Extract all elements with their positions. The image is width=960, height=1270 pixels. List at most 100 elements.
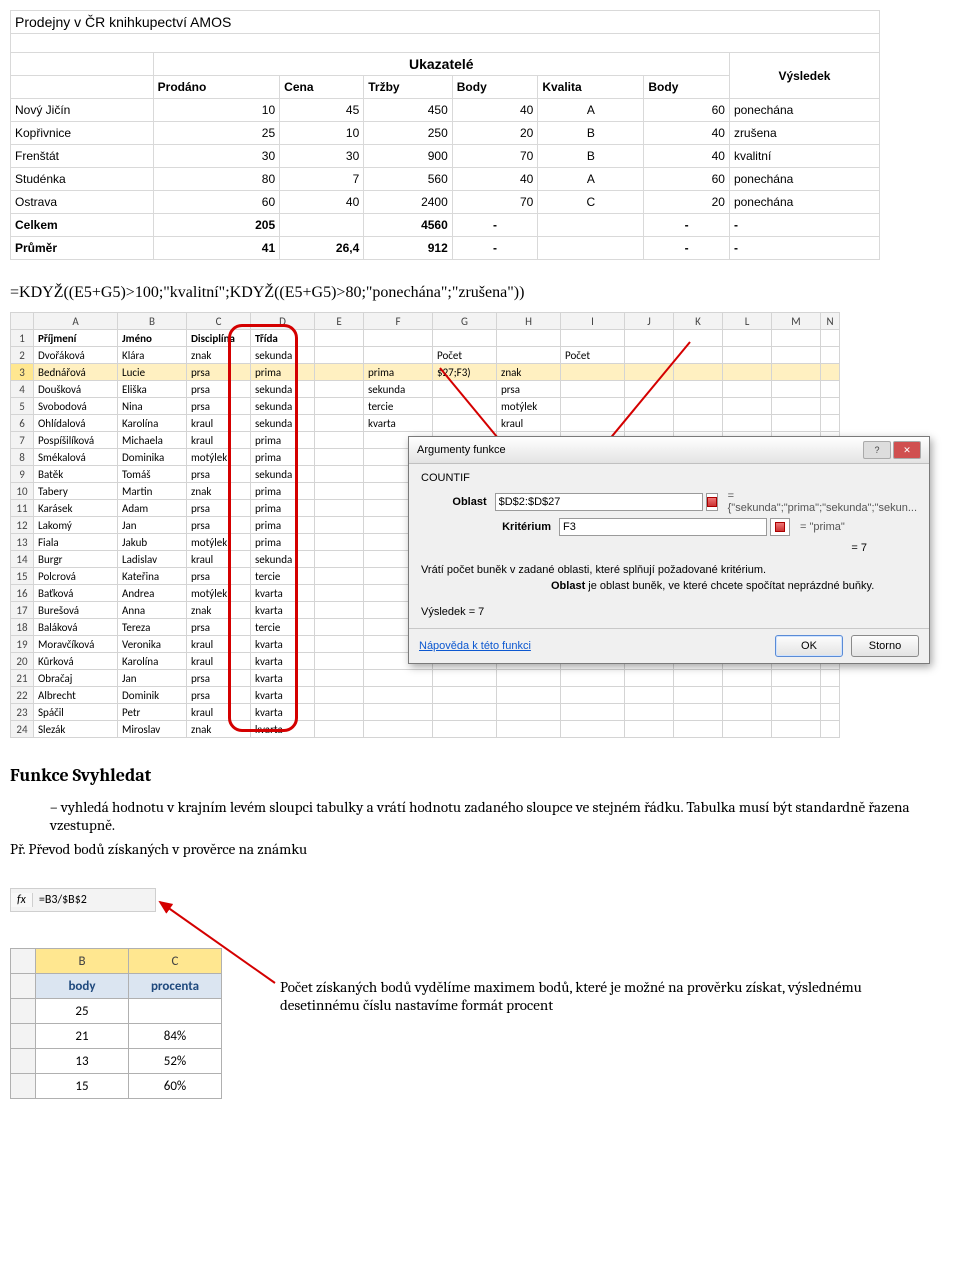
cell[interactable] [315,653,364,670]
cell[interactable] [315,364,364,381]
cell[interactable] [625,670,674,687]
cell[interactable]: Baláková [34,619,118,636]
cell[interactable] [723,687,772,704]
cancel-button[interactable]: Storno [851,635,919,657]
cell[interactable] [821,381,840,398]
cell[interactable]: tercie [251,619,315,636]
cell[interactable] [497,687,561,704]
cell[interactable] [497,330,561,347]
cell[interactable] [772,670,821,687]
cell[interactable] [433,330,497,347]
cell[interactable]: tercie [251,568,315,585]
cell[interactable] [674,415,723,432]
cell[interactable] [315,534,364,551]
cell[interactable]: prsa [187,619,251,636]
cell[interactable] [315,415,364,432]
cell[interactable]: 25 [36,999,129,1024]
cell[interactable]: 13 [36,1049,129,1074]
cell[interactable] [315,500,364,517]
cell[interactable]: Karolína [118,653,187,670]
cell[interactable] [674,364,723,381]
cell[interactable] [723,721,772,738]
cell[interactable] [674,330,723,347]
cell[interactable]: Petr [118,704,187,721]
cell[interactable] [315,670,364,687]
cell[interactable]: Tereza [118,619,187,636]
cell[interactable]: prima [251,517,315,534]
cell[interactable]: kvarta [251,687,315,704]
cell[interactable]: znak [187,483,251,500]
cell[interactable] [561,398,625,415]
ok-button[interactable]: OK [775,635,843,657]
cell[interactable]: sekunda [251,347,315,364]
cell[interactable]: prsa [497,381,561,398]
cell[interactable] [433,415,497,432]
cell[interactable]: Spáčil [34,704,118,721]
cell[interactable] [364,704,433,721]
range-picker-icon[interactable] [770,518,790,536]
cell[interactable]: Kůrková [34,653,118,670]
cell[interactable]: kvarta [251,636,315,653]
cell[interactable]: Ladislav [118,551,187,568]
cell[interactable]: Jan [118,670,187,687]
cell[interactable]: Albrecht [34,687,118,704]
cell[interactable]: Fiala [34,534,118,551]
cell[interactable] [723,398,772,415]
cell[interactable] [625,704,674,721]
cell[interactable] [723,415,772,432]
cell[interactable] [315,398,364,415]
cell[interactable]: Miroslav [118,721,187,738]
cell[interactable] [625,687,674,704]
cell[interactable]: Dvořáková [34,347,118,364]
cell[interactable] [674,398,723,415]
col-header[interactable]: F [364,313,433,330]
col-header[interactable]: K [674,313,723,330]
range-picker-icon[interactable] [706,493,718,511]
cell[interactable] [772,347,821,364]
cell[interactable] [723,330,772,347]
formula-bar[interactable]: fx =B3/$B$2 [10,888,156,912]
cell[interactable]: Třída [251,330,315,347]
cell[interactable]: kvarta [251,704,315,721]
cell[interactable] [497,704,561,721]
cell[interactable]: 60% [129,1074,222,1099]
cell[interactable]: tercie [364,398,433,415]
cell[interactable] [433,381,497,398]
cell[interactable] [561,687,625,704]
cell[interactable] [821,721,840,738]
cell[interactable] [561,415,625,432]
cell[interactable] [433,721,497,738]
cell[interactable] [315,347,364,364]
cell[interactable]: znak [497,364,561,381]
cell[interactable]: 84% [129,1024,222,1049]
cell[interactable]: prsa [187,517,251,534]
col-header[interactable]: A [34,313,118,330]
cell[interactable] [561,330,625,347]
cell[interactable]: prima [251,449,315,466]
cell[interactable]: prsa [187,398,251,415]
cell[interactable] [315,687,364,704]
cell[interactable] [674,687,723,704]
cell[interactable] [674,721,723,738]
cell[interactable] [315,636,364,653]
cell[interactable] [433,704,497,721]
cell[interactable]: Anna [118,602,187,619]
cell[interactable]: Doušková [34,381,118,398]
cell[interactable] [433,398,497,415]
cell[interactable] [315,704,364,721]
cell[interactable] [561,721,625,738]
cell[interactable] [433,670,497,687]
cell[interactable]: Ohlídalová [34,415,118,432]
cell[interactable] [723,347,772,364]
cell[interactable] [315,449,364,466]
cell[interactable]: prima [251,483,315,500]
cell[interactable] [364,347,433,364]
cell[interactable] [723,704,772,721]
cell[interactable]: prima [251,432,315,449]
cell[interactable]: Baťková [34,585,118,602]
cell[interactable] [364,670,433,687]
cell[interactable]: Martin [118,483,187,500]
cell[interactable] [821,330,840,347]
cell[interactable] [772,381,821,398]
cell[interactable]: 21 [36,1024,129,1049]
